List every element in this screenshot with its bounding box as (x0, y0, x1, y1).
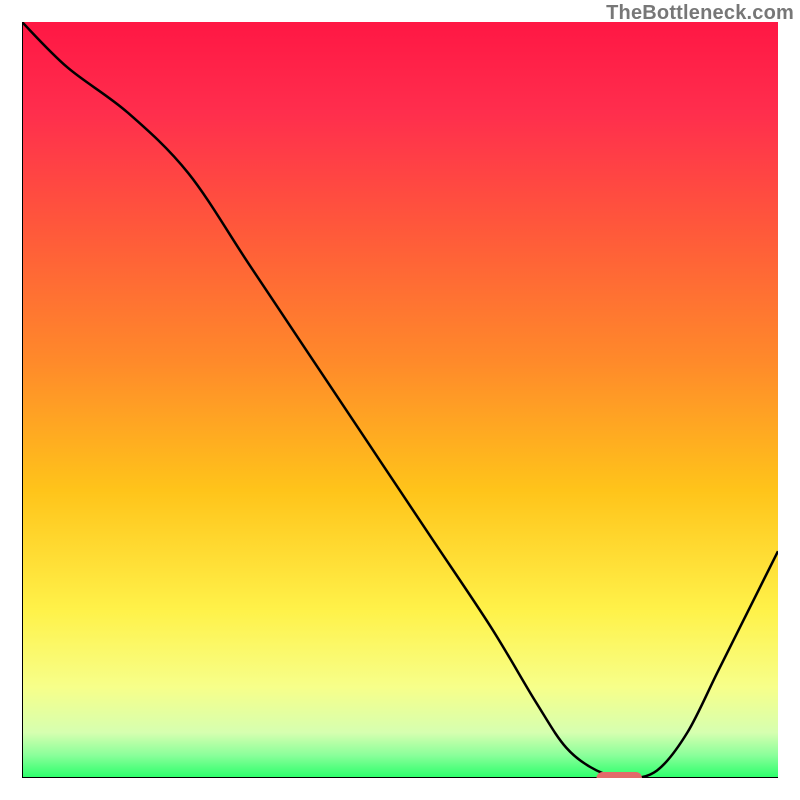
plot-background (22, 22, 778, 778)
chart-container: TheBottleneck.com (0, 0, 800, 800)
optimum-marker (597, 772, 642, 778)
bottleneck-chart (22, 22, 778, 778)
